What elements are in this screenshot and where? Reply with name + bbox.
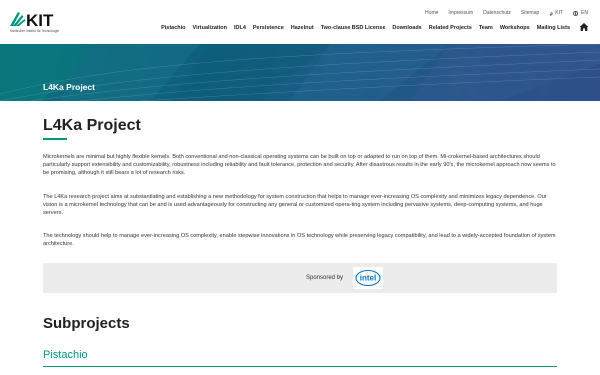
sponsor-label: Sponsored by: [306, 275, 344, 281]
nav-item-idl4[interactable]: IDL4: [234, 25, 246, 31]
nav-item-downloads[interactable]: Downloads: [392, 25, 421, 31]
site-header: KIT Karlsruher Institut für Technologie …: [0, 0, 600, 44]
utility-kit-label: KIT: [555, 10, 564, 16]
banner-title: L4Ka Project: [43, 82, 95, 92]
language-switch[interactable]: EN: [573, 10, 588, 16]
intro-paragraph-2: The L4Ka research project aims at substa…: [43, 194, 547, 216]
kit-mini-icon: [549, 11, 554, 15]
utility-link-sitemap[interactable]: Sitemap: [521, 10, 539, 16]
sponsor-box: Sponsored by intel: [43, 263, 557, 293]
banner-pattern: [0, 44, 600, 101]
title-underline: [43, 138, 67, 140]
utility-link-datenschutz[interactable]: Datenschutz: [483, 10, 511, 16]
nav-item-team[interactable]: Team: [479, 25, 493, 31]
nav-item-workshops[interactable]: Workshops: [500, 25, 530, 31]
intel-logo[interactable]: intel: [353, 267, 383, 289]
nav-item-mailing-lists[interactable]: Mailing Lists: [537, 25, 570, 31]
hero-banner: L4Ka Project: [0, 44, 600, 101]
intel-logo-text: intel: [360, 274, 376, 283]
page-title: L4Ka Project: [43, 117, 141, 134]
nav-item-pistachio[interactable]: Pistachio: [161, 25, 185, 31]
main-nav: Pistachio Virtualization IDL4 Persistenc…: [161, 25, 570, 31]
subprojects-heading: Subprojects: [43, 315, 130, 332]
language-label: EN: [581, 10, 588, 16]
intro-paragraph-3: The technology should help to manage eve…: [43, 233, 556, 247]
globe-icon: [573, 10, 579, 16]
intro-paragraph-1: Microkernels are minimal but highly flex…: [43, 154, 556, 176]
nav-item-virtualization[interactable]: Virtualization: [193, 25, 227, 31]
utility-link-home[interactable]: Home: [425, 10, 438, 16]
nav-item-hazelnut[interactable]: Hazelnut: [291, 25, 314, 31]
subproject-pistachio-link[interactable]: Pistachio: [43, 349, 88, 361]
logo-tagline: Karlsruher Institut für Technologie: [10, 29, 60, 33]
logo-text: KIT: [26, 11, 54, 30]
subproject-divider: [43, 366, 557, 367]
nav-item-related-projects[interactable]: Related Projects: [429, 25, 472, 31]
utility-link-impressum[interactable]: Impressum: [448, 10, 473, 16]
nav-item-persistence[interactable]: Persistence: [253, 25, 284, 31]
nav-item-license[interactable]: Two-clause BSD License: [321, 25, 386, 31]
utility-nav: Home Impressum Datenschutz Sitemap KIT E…: [425, 10, 588, 16]
utility-link-kit[interactable]: KIT: [549, 10, 563, 16]
home-icon[interactable]: [579, 22, 589, 32]
